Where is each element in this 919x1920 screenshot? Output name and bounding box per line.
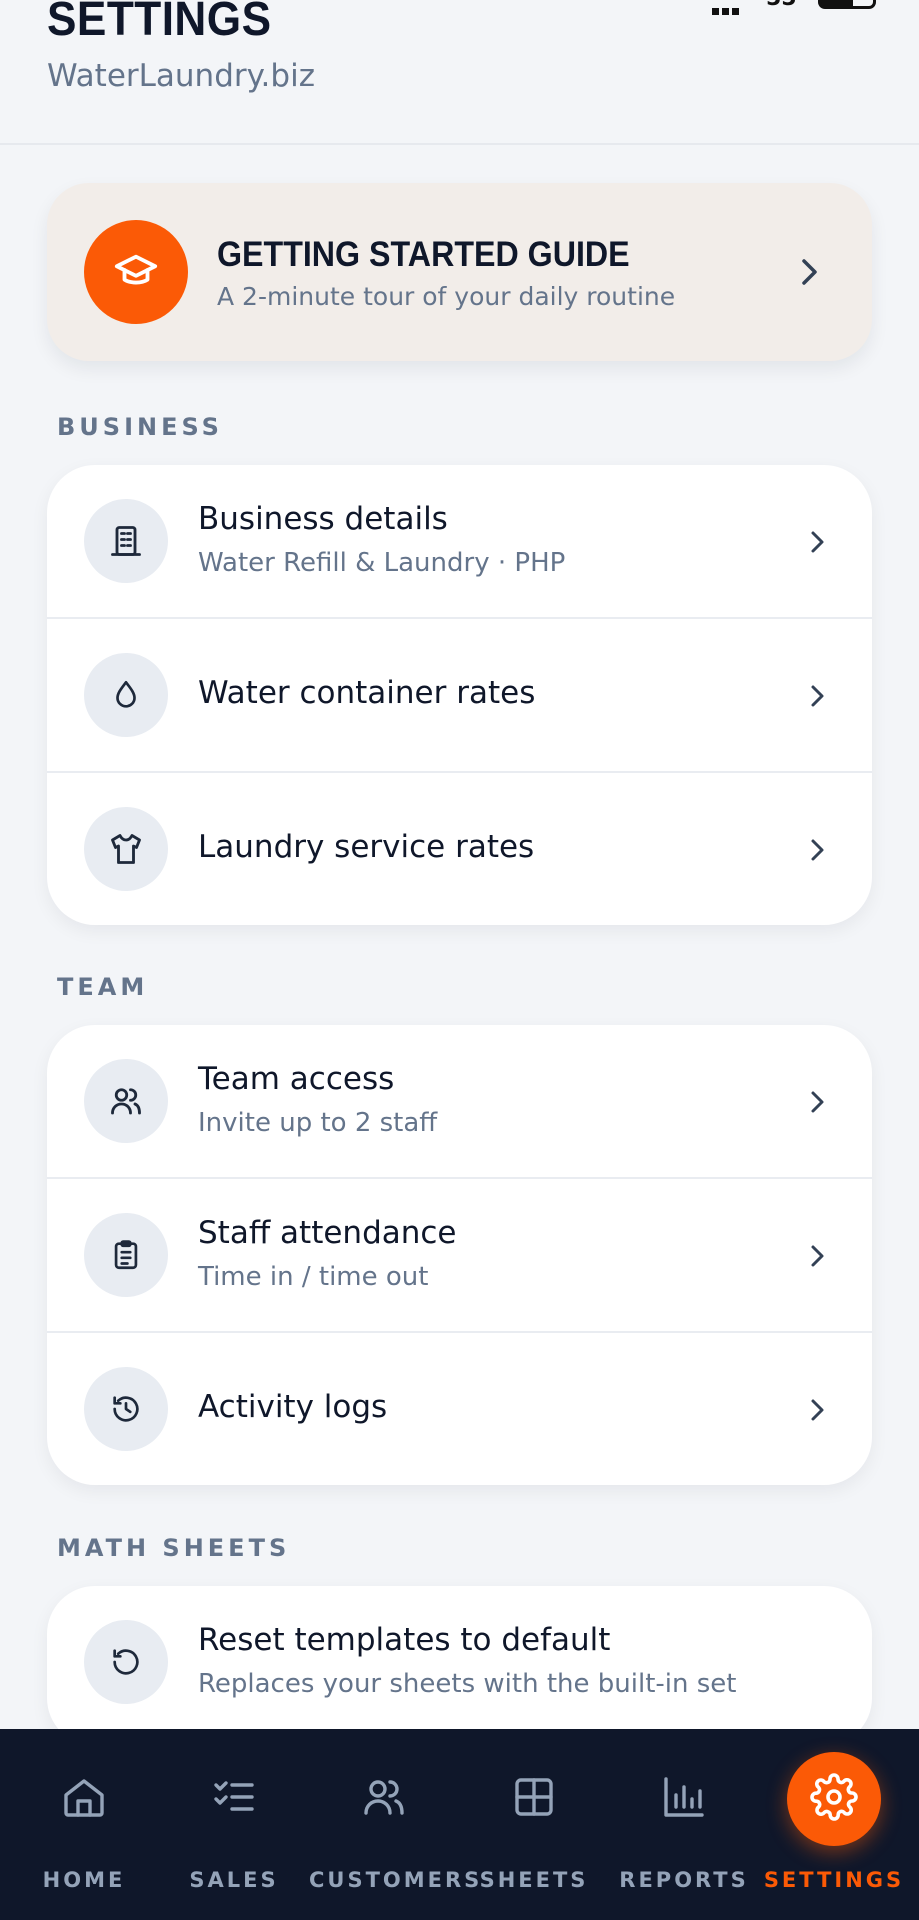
checklist-icon bbox=[210, 1773, 258, 1825]
settings-row-staff-attendance[interactable]: Staff attendance Time in / time out bbox=[47, 1179, 872, 1333]
section-label-team: TEAM bbox=[57, 973, 149, 1001]
section-label-business: BUSINESS bbox=[57, 413, 223, 441]
settings-row-reset-templates[interactable]: Reset templates to default Replaces your… bbox=[47, 1586, 872, 1738]
nav-customers[interactable]: CUSTOMERS bbox=[309, 1729, 483, 1920]
nav-home[interactable]: HOME bbox=[9, 1729, 159, 1920]
settings-row-laundry-service-rates[interactable]: Laundry service rates bbox=[47, 773, 872, 925]
history-icon bbox=[84, 1367, 168, 1451]
shirt-icon bbox=[84, 807, 168, 891]
row-subtitle: Invite up to 2 staff bbox=[198, 1108, 438, 1138]
nav-sheets[interactable]: SHEETS bbox=[459, 1729, 609, 1920]
nav-label: SALES bbox=[189, 1868, 279, 1892]
nav-sales[interactable]: SALES bbox=[159, 1729, 309, 1920]
section-label-math-sheets: MATH SHEETS bbox=[57, 1534, 291, 1562]
row-subtitle: Water Refill & Laundry · PHP bbox=[198, 548, 566, 578]
battery-icon bbox=[818, 0, 876, 9]
team-card: Team access Invite up to 2 staff Staff a… bbox=[47, 1025, 872, 1485]
row-subtitle: Time in / time out bbox=[198, 1262, 429, 1292]
reset-icon bbox=[84, 1620, 168, 1704]
row-title: Laundry service rates bbox=[198, 829, 535, 865]
business-domain: WaterLaundry.biz bbox=[47, 58, 315, 94]
nav-label: CUSTOMERS bbox=[309, 1868, 483, 1892]
settings-row-activity-logs[interactable]: Activity logs bbox=[47, 1333, 872, 1485]
settings-row-business-details[interactable]: Business details Water Refill & Laundry … bbox=[47, 465, 872, 619]
users-icon bbox=[360, 1773, 408, 1825]
bar-chart-icon bbox=[660, 1773, 708, 1825]
row-title: Water container rates bbox=[198, 675, 536, 711]
row-title: Business details bbox=[198, 501, 448, 537]
graduation-cap-icon bbox=[84, 220, 188, 324]
nav-label: REPORTS bbox=[619, 1868, 749, 1892]
header: SETTINGS WaterLaundry.biz 55 bbox=[0, 0, 919, 145]
chevron-right-icon bbox=[806, 1241, 828, 1275]
home-icon bbox=[60, 1773, 108, 1825]
nav-settings[interactable]: SETTINGS bbox=[759, 1729, 909, 1920]
grid-icon bbox=[510, 1773, 558, 1825]
gear-icon bbox=[810, 1773, 858, 1825]
status-text: 55 bbox=[766, 0, 797, 11]
chevron-right-icon bbox=[806, 835, 828, 869]
water-drop-icon bbox=[84, 653, 168, 737]
chevron-right-icon bbox=[806, 527, 828, 561]
row-title: Team access bbox=[198, 1061, 395, 1097]
row-title: Reset templates to default bbox=[198, 1622, 611, 1658]
bottom-nav: HOME SALES CUSTOMERS SHEETS REPORTS SETT… bbox=[0, 1729, 919, 1920]
guide-subtitle: A 2-minute tour of your daily routine bbox=[217, 282, 676, 311]
guide-title: GETTING STARTED GUIDE bbox=[217, 235, 630, 274]
settings-row-team-access[interactable]: Team access Invite up to 2 staff bbox=[47, 1025, 872, 1179]
users-icon bbox=[84, 1059, 168, 1143]
nav-label: HOME bbox=[42, 1868, 126, 1892]
math-sheets-card: Reset templates to default Replaces your… bbox=[47, 1586, 872, 1746]
business-card: Business details Water Refill & Laundry … bbox=[47, 465, 872, 925]
chevron-right-icon bbox=[806, 681, 828, 715]
getting-started-card[interactable]: GETTING STARTED GUIDE A 2-minute tour of… bbox=[47, 183, 872, 361]
chevron-right-icon bbox=[796, 255, 822, 293]
row-title: Staff attendance bbox=[198, 1215, 457, 1251]
nav-label: SHEETS bbox=[479, 1868, 589, 1892]
chevron-right-icon bbox=[806, 1395, 828, 1429]
signal-icon bbox=[712, 0, 752, 15]
clipboard-icon bbox=[84, 1213, 168, 1297]
row-subtitle: Replaces your sheets with the built-in s… bbox=[198, 1669, 737, 1699]
page-title: SETTINGS bbox=[47, 0, 272, 46]
building-icon bbox=[84, 499, 168, 583]
chevron-right-icon bbox=[806, 1087, 828, 1121]
nav-label: SETTINGS bbox=[763, 1868, 905, 1892]
settings-row-water-container-rates[interactable]: Water container rates bbox=[47, 619, 872, 773]
row-title: Activity logs bbox=[198, 1389, 388, 1425]
nav-reports[interactable]: REPORTS bbox=[609, 1729, 759, 1920]
